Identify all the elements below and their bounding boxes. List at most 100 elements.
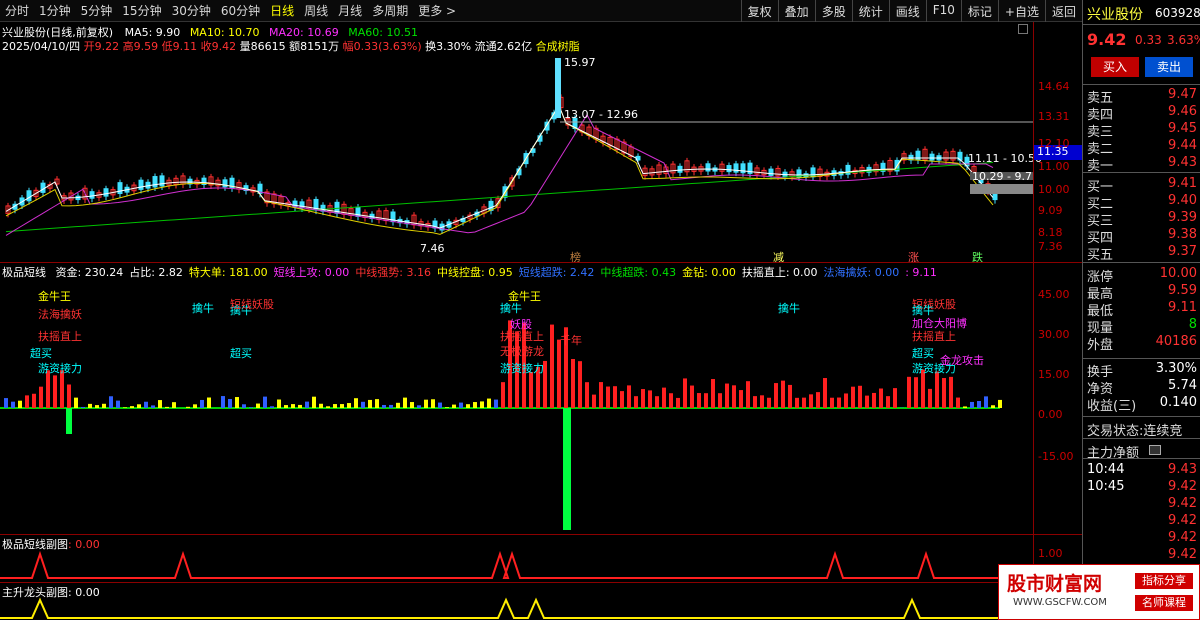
indicator-bar: [81, 406, 85, 408]
indicator-bar: [102, 403, 106, 408]
indicator-bar: [949, 376, 953, 408]
toolbar-button-6[interactable]: 标记: [960, 0, 998, 22]
indicator-bar: [137, 404, 141, 408]
indicator-bar: [88, 403, 92, 408]
indicator-bar: [697, 393, 701, 408]
toolbar-button-1[interactable]: 叠加: [777, 0, 815, 22]
pane-divider-1: [0, 262, 1082, 263]
indicator-bar: [501, 382, 505, 408]
indicator-tick: 15.00: [1038, 368, 1070, 381]
period-tab-5[interactable]: 60分钟: [216, 2, 265, 19]
indicator-bar: [676, 397, 680, 408]
indicator-tick: -15.00: [1038, 450, 1074, 463]
indicator-bar: [606, 386, 610, 408]
period-tab-7[interactable]: 周线: [299, 2, 333, 19]
indicator-bar: [592, 394, 596, 408]
stats-value: 40186: [1155, 334, 1197, 349]
indicator-bar: [865, 395, 869, 408]
candle-body: [929, 153, 935, 161]
indicator-bar: [963, 406, 967, 408]
flow-toggle-icon[interactable]: [1149, 445, 1161, 455]
toolbar-button-8[interactable]: 返回: [1044, 0, 1082, 22]
toolbar-button-4[interactable]: 画线: [888, 0, 926, 22]
indicator-bar: [319, 403, 323, 408]
period-tab-8[interactable]: 月线: [333, 2, 367, 19]
bids-row[interactable]: 买五 9.37: [1087, 244, 1197, 263]
stats-value: 9.59: [1168, 283, 1197, 298]
stats-row[interactable]: 外盘 40186: [1087, 334, 1197, 353]
period-tab-6[interactable]: 日线: [265, 2, 299, 19]
range-price-label: 13.07 - 12.96: [564, 108, 638, 121]
toolbar-button-5[interactable]: F10: [925, 0, 961, 22]
indicator-bar: [151, 405, 155, 408]
candle-body: [152, 176, 158, 188]
indicator-bar: [725, 383, 729, 408]
indicator-bar: [410, 402, 414, 408]
toolbar-button-3[interactable]: 统计: [851, 0, 889, 22]
indicator-bar: [116, 400, 120, 408]
indicator-bar: [753, 396, 757, 408]
price-tick: 8.18: [1038, 226, 1063, 239]
indicator-bar: [480, 401, 484, 408]
indicator-bar: [578, 361, 582, 408]
sidebar-price: 9.42: [1087, 30, 1127, 49]
indicator-bar: [732, 385, 736, 408]
toolbar-button-7[interactable]: +自选: [997, 0, 1045, 22]
bids-value: 9.37: [1168, 244, 1197, 259]
close-pane-icon[interactable]: [1018, 24, 1028, 34]
candles: [5, 94, 998, 234]
indicator-bar: [130, 406, 134, 408]
signal-label: 扶摇直上: [38, 330, 82, 343]
signal-label: 超买: [230, 347, 252, 360]
indicator-bar: [802, 397, 806, 408]
watermark-logo: 股市财富网 WWW.GSCFW.COM 指标分享 名师课程: [998, 564, 1200, 620]
indicator-bar: [690, 385, 694, 408]
indicator-bar: [221, 396, 225, 408]
indicator-bar: [788, 384, 792, 408]
kline-chart[interactable]: [0, 52, 1082, 260]
asks-value: 9.46: [1168, 104, 1197, 119]
indicator-bar: [347, 403, 351, 408]
sub2-chart[interactable]: [0, 596, 1033, 620]
tick-time: 10:45: [1087, 479, 1125, 494]
tick-price: 9.42: [1168, 530, 1197, 545]
indicator-bar: [844, 393, 848, 408]
indicator-bar: [144, 401, 148, 408]
stats-label: 外盘: [1087, 338, 1114, 353]
candle-body: [299, 201, 305, 209]
tick-price: 9.42: [1168, 496, 1197, 511]
stats2-row[interactable]: 收益(三) 0.140: [1087, 395, 1197, 414]
indicator-bar: [830, 397, 834, 408]
indicator-bar: [39, 386, 43, 408]
indicator-bar: [235, 397, 239, 408]
indicator-bar: [942, 378, 946, 408]
indicator-bar: [74, 397, 78, 408]
period-tab-9[interactable]: 多周期: [367, 2, 413, 19]
buy-button[interactable]: 买入: [1091, 57, 1139, 77]
candle-body: [138, 179, 144, 190]
period-tabs: 分时 1分钟 5分钟 15分钟 30分钟 60分钟 日线 周线 月线 多周期 更多 >: [0, 2, 461, 19]
indicator-bar: [4, 398, 8, 408]
sell-button[interactable]: 卖出: [1145, 57, 1193, 77]
period-tab-2[interactable]: 5分钟: [76, 2, 118, 19]
period-tab-4[interactable]: 30分钟: [167, 2, 216, 19]
toolbar-button-0[interactable]: 复权: [740, 0, 778, 22]
period-tab-10[interactable]: 更多 >: [413, 2, 461, 19]
sub1-chart[interactable]: [0, 548, 1033, 582]
watermark-tag-1: 指标分享: [1135, 573, 1193, 589]
price-tick: 9.09: [1038, 204, 1063, 217]
candle-body: [992, 192, 998, 201]
indicator-bar: [655, 396, 659, 408]
indicator-bar: [424, 399, 428, 408]
ma5-line: [5, 104, 994, 229]
indicator-bar: [557, 339, 561, 408]
period-tab-3[interactable]: 15分钟: [117, 2, 166, 19]
period-tab-1[interactable]: 1分钟: [34, 2, 76, 19]
indicator-tick: 0.00: [1038, 408, 1063, 421]
indicator-bar: [172, 402, 176, 408]
indicator-bar: [193, 404, 197, 408]
indicator-bar: [872, 392, 876, 408]
period-tab-0[interactable]: 分时: [0, 2, 34, 19]
indicator-bar: [165, 406, 169, 408]
toolbar-button-2[interactable]: 多股: [814, 0, 852, 22]
